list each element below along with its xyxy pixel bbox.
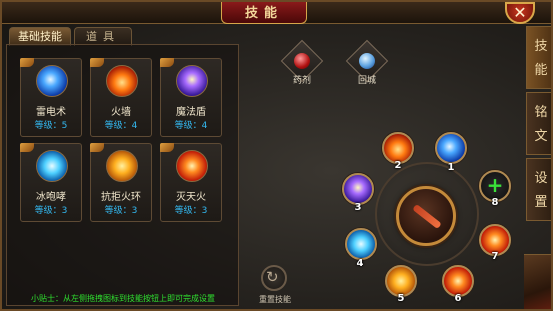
new-badge-icon	[90, 58, 104, 67]
skill-slot-fire-wall[interactable]: 火墙 等级：4	[90, 58, 152, 137]
radial-slot-4[interactable]	[345, 228, 377, 260]
reset-skills-label: 重置技能	[259, 295, 291, 304]
magic-shield-icon	[176, 65, 208, 97]
potion-label: 药剂	[292, 76, 311, 86]
skill-slot-heaven-fire[interactable]: 灭天火 等级：3	[160, 143, 222, 222]
slot-number: 1	[447, 162, 455, 173]
slot-number: 2	[394, 160, 402, 171]
side-tab-label: 设置	[534, 171, 548, 210]
potion-icon	[294, 53, 310, 69]
slot-number: 8	[491, 197, 499, 208]
radial-slot-1[interactable]	[435, 132, 467, 164]
title-bar: 技能 ✕	[2, 2, 551, 24]
new-badge-icon	[160, 143, 174, 152]
skill-slot-ice-roar[interactable]: 冰咆哮 等级：3	[20, 143, 82, 222]
side-tab-skills[interactable]: 技能	[526, 26, 551, 89]
sword-icon	[412, 203, 442, 230]
ice-roar-icon	[36, 150, 68, 182]
return-town-label: 回城	[357, 76, 376, 86]
refresh-icon: ↻	[266, 268, 279, 286]
side-tab-label: 技能	[534, 39, 548, 78]
return-town-icon	[359, 53, 375, 69]
tip-text: 小贴士：从左侧拖拽图标到技能按钮上即可完成设置	[31, 294, 215, 303]
side-tab-label: 铭文	[534, 105, 548, 144]
slot-number: 3	[354, 202, 362, 213]
skill-level: 等级：3	[104, 206, 138, 216]
skill-name: 冰咆哮	[36, 192, 66, 203]
slot-number: 4	[356, 258, 364, 269]
attack-button[interactable]	[396, 186, 456, 246]
radial-slot-3[interactable]	[342, 173, 374, 205]
skill-level: 等级：3	[174, 206, 208, 216]
skill-name: 雷电术	[36, 107, 66, 118]
skill-name: 火墙	[111, 107, 131, 118]
skill-level: 等级：4	[104, 121, 138, 131]
skill-level: 等级：5	[34, 121, 68, 131]
reset-skills-button[interactable]: ↻	[261, 265, 287, 291]
skill-name: 抗拒火环	[101, 192, 141, 203]
title-plate: 技能	[221, 2, 307, 24]
fire-ring-icon	[106, 150, 138, 182]
close-button[interactable]: ✕	[505, 2, 535, 24]
slot-number: 6	[454, 293, 462, 304]
character-portrait	[524, 254, 551, 309]
side-tab-inscription[interactable]: 铭文	[526, 92, 551, 155]
add-icon: +	[486, 173, 504, 197]
slot-number: 5	[397, 293, 405, 304]
skill-slot-thunder[interactable]: 雷电术 等级：5	[20, 58, 82, 137]
skill-slot-fire-ring[interactable]: 抗拒火环 等级：3	[90, 143, 152, 222]
new-badge-icon	[90, 143, 104, 152]
skill-name: 灭天火	[176, 192, 206, 203]
skill-window: 技能 ✕ 基础技能 道具 雷电术 等级：5 火墙 等级：4 魔法盾 等级：4 冰…	[0, 0, 553, 311]
new-badge-icon	[20, 58, 34, 67]
skill-level: 等级：3	[34, 206, 68, 216]
side-tab-settings[interactable]: 设置	[526, 158, 551, 221]
new-badge-icon	[20, 143, 34, 152]
skill-slot-magic-shield[interactable]: 魔法盾 等级：4	[160, 58, 222, 137]
window-title: 技能	[244, 6, 283, 21]
skill-level: 等级：4	[174, 121, 208, 131]
slot-number: 7	[491, 251, 499, 262]
fire-wall-icon	[106, 65, 138, 97]
skill-name: 魔法盾	[176, 107, 206, 118]
new-badge-icon	[160, 58, 174, 67]
heaven-fire-icon	[176, 150, 208, 182]
lightning-orb-icon	[36, 65, 68, 97]
